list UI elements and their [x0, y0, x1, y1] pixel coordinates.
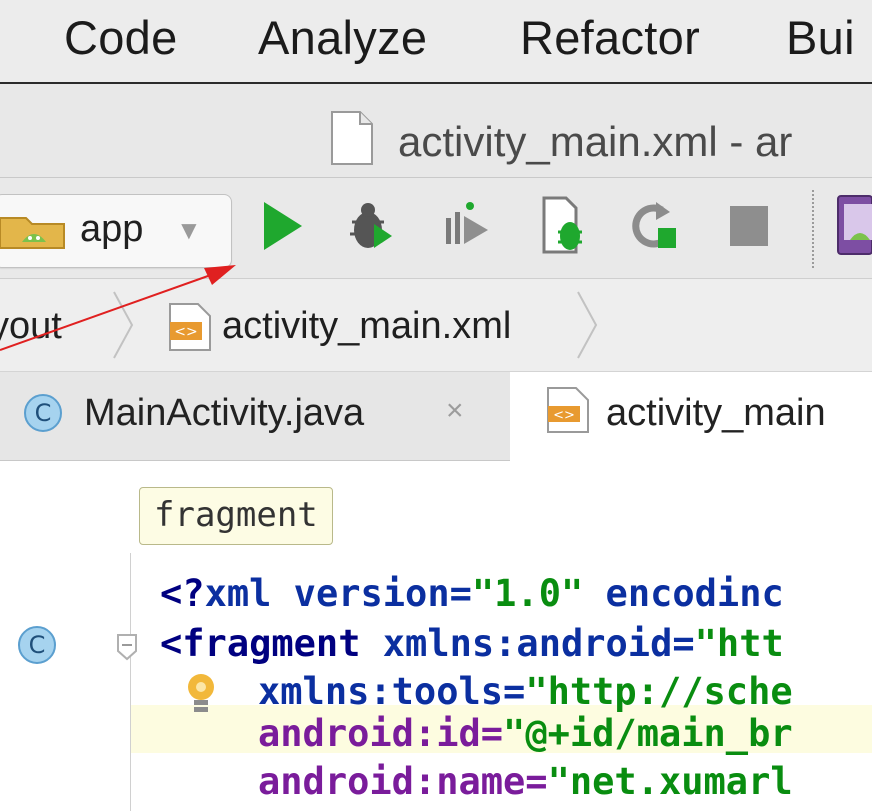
code-line-5: android:name="net.xumarl: [258, 760, 793, 803]
breadcrumb-item-activity-main[interactable]: activity_main.xml: [222, 305, 511, 348]
breadcrumb-chevron-icon: [113, 291, 134, 359]
debug-bug-icon[interactable]: [542, 196, 586, 254]
menu-bar: Code Analyze Refactor Bui: [0, 0, 872, 84]
menu-refactor[interactable]: Refactor: [520, 10, 700, 65]
xml-file-icon: <>: [547, 387, 589, 433]
code-token: "1.0": [471, 572, 584, 615]
code-token: "net.xumarl: [547, 760, 793, 803]
code-line-1: <?xml version="1.0" encodinc: [160, 572, 784, 615]
lightbulb-icon[interactable]: [184, 672, 218, 716]
code-token: xmlns:tools=: [258, 670, 526, 713]
tab-main-activity[interactable]: MainActivity.java: [84, 392, 364, 435]
code-token: "http://sche: [525, 670, 793, 713]
close-icon[interactable]: ×: [446, 394, 464, 428]
menu-code[interactable]: Code: [64, 10, 178, 65]
attach-debugger-icon[interactable]: [444, 200, 490, 252]
toolbar-separator: [812, 190, 814, 268]
gutter-divider: [130, 553, 131, 811]
menu-build[interactable]: Bui: [786, 10, 855, 65]
avd-manager-icon[interactable]: [836, 194, 872, 256]
document-icon: [331, 111, 373, 165]
code-token: android:name=: [258, 760, 548, 803]
code-token: "htt: [694, 622, 784, 665]
code-token: android:id=: [258, 712, 504, 755]
code-token: xmlns:android=: [382, 622, 695, 665]
xml-tag-breadcrumb[interactable]: fragment: [139, 487, 333, 545]
stop-icon[interactable]: [728, 204, 770, 248]
run-configuration-label: app: [80, 208, 144, 250]
code-token: <: [160, 622, 183, 665]
code-token: xml version=: [204, 572, 472, 615]
code-token: "@+id/main_br: [503, 712, 793, 755]
code-token: encodinc: [583, 572, 784, 615]
code-line-3: xmlns:tools="http://sche: [258, 670, 793, 713]
class-gutter-icon[interactable]: C: [18, 626, 56, 664]
chevron-down-icon: ▼: [176, 215, 202, 245]
breadcrumb-item-layout[interactable]: yout: [0, 305, 62, 348]
java-class-icon: C: [24, 394, 62, 432]
debug-icon[interactable]: [348, 200, 394, 252]
run-icon[interactable]: [262, 200, 304, 252]
window-title: activity_main.xml - ar: [398, 118, 793, 165]
xml-file-icon: <>: [169, 303, 211, 351]
svg-text:<>: <>: [174, 324, 197, 340]
menu-analyze[interactable]: Analyze: [258, 10, 427, 65]
code-token: <?: [160, 572, 205, 615]
fold-marker-icon[interactable]: [116, 633, 138, 661]
tab-activity-main-label: activity_main: [606, 392, 826, 434]
breadcrumb-chevron-icon: [577, 291, 598, 359]
rerun-icon[interactable]: [632, 200, 678, 252]
svg-text:<>: <>: [553, 408, 575, 423]
code-line-4: android:id="@+id/main_br: [258, 712, 793, 755]
code-line-2: <fragment xmlns:android="htt: [160, 622, 784, 665]
code-token: fragment: [182, 622, 383, 665]
android-module-folder-icon: [0, 217, 65, 249]
